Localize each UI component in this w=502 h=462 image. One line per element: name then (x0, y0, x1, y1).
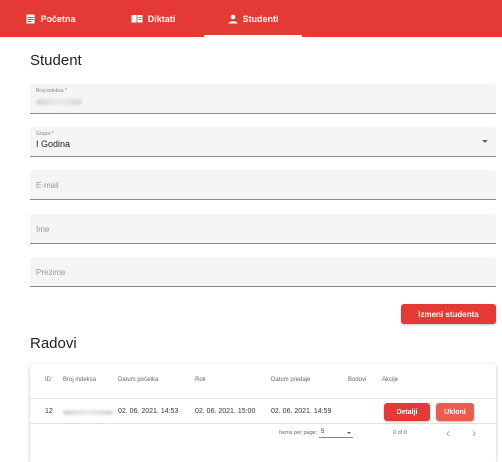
next-page-button[interactable]: › (472, 426, 476, 440)
redacted-index (63, 410, 113, 415)
book-icon (131, 14, 143, 23)
remove-button[interactable]: Ukloni (436, 403, 474, 421)
tab-pocetna[interactable]: Početna (0, 0, 102, 37)
tab-diktati[interactable]: Diktati (102, 0, 204, 37)
tab-studenti[interactable]: Studenti (204, 0, 302, 37)
cell-datum-pocetka: 02. 06. 2021. 14:53 (118, 408, 179, 415)
ime-placeholder: Ime (36, 225, 50, 234)
table-row: 12 02. 06. 2021. 14:53 02. 06. 2021. 15:… (30, 398, 496, 424)
ime-field[interactable]: Ime (30, 214, 496, 244)
person-icon (228, 14, 238, 24)
student-title: Student (30, 52, 82, 69)
email-placeholder: E-mail (36, 181, 59, 190)
page-size-value: 5 (321, 429, 325, 435)
tab-pocetna-label: Početna (40, 13, 76, 24)
column-header-akcije: Akcije (382, 377, 399, 383)
details-button[interactable]: Detalji (384, 403, 430, 421)
chevron-down-icon (482, 140, 488, 143)
chevron-down-icon (347, 432, 351, 434)
column-header-id: ID (45, 377, 51, 383)
top-navbar: Početna Diktati Studenti (0, 0, 502, 37)
update-student-button[interactable]: Izmeni studenta (401, 304, 496, 324)
column-header-datum-predaje: Datum predaje (271, 377, 311, 383)
cell-id: 12 (45, 408, 53, 415)
document-icon (26, 14, 35, 24)
page-range-label: 0 of 0 (393, 430, 407, 436)
broj-indeksa-label: Broj indeksa * (36, 88, 67, 94)
tab-diktati-label: Diktati (147, 13, 176, 24)
column-header-bodovi: Bodovi (348, 377, 367, 383)
prezime-field[interactable]: Prezime (30, 257, 496, 287)
column-header-datum-pocetka: Datum početka (118, 377, 159, 383)
previous-page-button[interactable]: ‹ (446, 426, 450, 440)
prezime-placeholder: Prezime (36, 268, 66, 277)
tab-studenti-label: Studenti (242, 13, 279, 24)
column-header-rok: Rok (195, 377, 206, 383)
items-per-page-label: Items per page: (279, 430, 318, 436)
radovi-table: ID Broj indeksa Datum početka Rok Datum … (30, 364, 496, 462)
grupa-select[interactable]: Grupa * I Godina (30, 127, 496, 157)
redacted-value (36, 99, 82, 105)
page-size-select[interactable]: 5 (319, 428, 353, 438)
column-header-broj-indeksa: Broj indeksa (63, 377, 97, 383)
grupa-value: I Godina (36, 139, 71, 149)
broj-indeksa-field[interactable]: Broj indeksa * (30, 84, 496, 114)
cell-rok: 02. 06. 2021. 15:00 (195, 408, 256, 415)
grupa-label: Grupa * (36, 131, 54, 137)
email-field[interactable]: E-mail (30, 170, 496, 200)
cell-datum-predaje: 02. 06. 2021. 14:59 (271, 408, 332, 415)
radovi-title: Radovi (30, 335, 77, 352)
